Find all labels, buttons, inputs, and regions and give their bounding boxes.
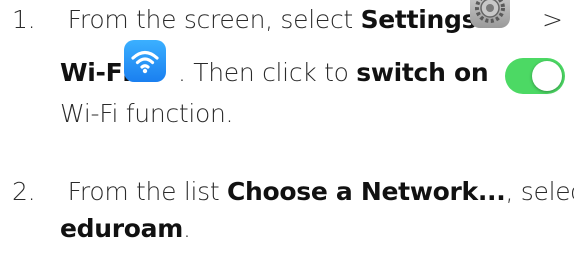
step-1-text: From the screen, select: [67, 5, 354, 34]
settings-label: Settings: [360, 5, 477, 34]
step-1-then-text: . Then click to: [178, 58, 349, 87]
step-2-line-2: eduroam.: [60, 212, 191, 246]
step-1-number: 1.: [12, 5, 36, 34]
step-1-line-2: Wi-Fi: [60, 56, 131, 90]
eduroam-label: eduroam: [60, 214, 183, 243]
toggle-knob: [532, 61, 562, 91]
toggle-switch-on-icon[interactable]: [505, 58, 565, 94]
settings-gear-icon: [470, 0, 510, 28]
choose-network-label: Choose a Network...: [227, 177, 506, 206]
step-2-line-1: 2. From the list Choose a Network..., se…: [0, 175, 574, 209]
step-1-line-1: 1. From the screen, select Settings: [0, 3, 476, 37]
arrow-separator: >: [542, 5, 563, 34]
step-1-line-3: Wi-Fi function.: [60, 99, 234, 128]
wifi-label: Wi-Fi: [60, 58, 131, 87]
step-1-line-2-text: . Then click to switch on: [178, 56, 489, 90]
step-2-period: .: [182, 214, 191, 243]
wifi-icon: [124, 40, 166, 82]
step-2-select-text: , select: [505, 177, 574, 206]
switch-on-label: switch on: [356, 58, 489, 87]
step-2-number: 2.: [12, 177, 36, 206]
step-2-text: From the list: [67, 177, 220, 206]
